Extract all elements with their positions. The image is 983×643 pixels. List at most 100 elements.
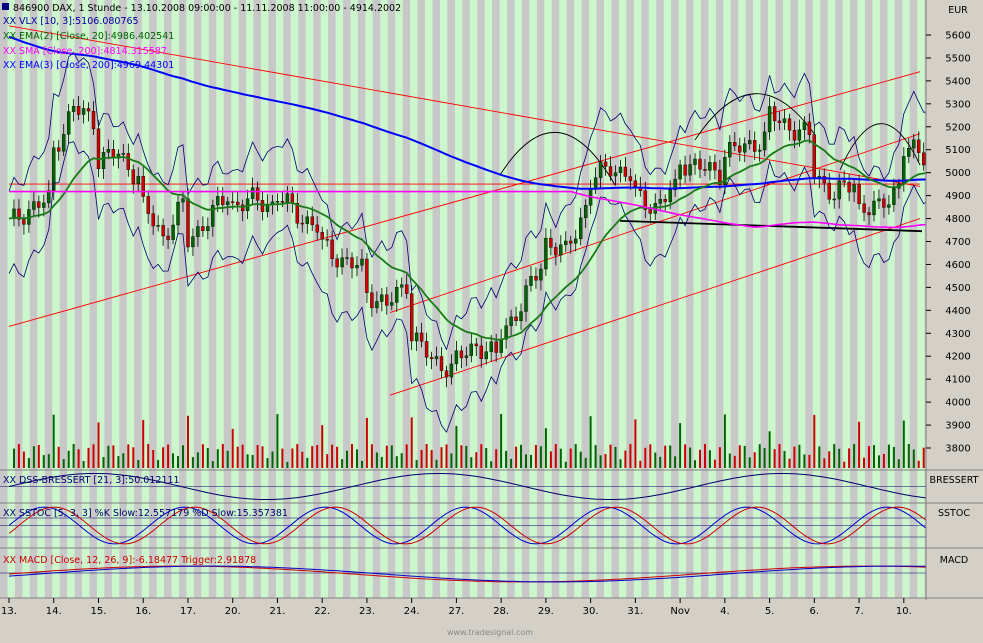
volume-bar [758,444,761,468]
candle-body [569,240,573,244]
candle-body [743,143,747,153]
price-tick-label: 4400 [945,306,970,317]
time-tick-label: 29. [538,606,554,617]
volume-bar [490,461,493,468]
volume-bar [743,445,746,468]
volume-bar [659,456,662,468]
volume-bar [485,448,488,468]
volume-bar [341,459,344,468]
volume-bar [813,414,816,468]
hour-band [357,0,366,598]
candle-body [176,201,180,226]
time-tick-label: 20. [225,606,241,617]
volume-bar [713,459,716,468]
candle-body [564,240,568,245]
candle-body [265,204,270,212]
candle-body [196,226,200,237]
hour-band [783,0,791,598]
candle-body [867,212,871,216]
candle-body [414,332,419,342]
candle-body [290,193,295,204]
price-tick-label: 4500 [945,283,970,294]
volume-bar [221,444,224,468]
candle-body [315,224,319,233]
volume-bar [191,457,194,468]
hour-band [305,0,314,598]
price-tick-label: 5300 [945,99,970,110]
volume-bar [495,449,498,468]
candle-body [454,350,459,365]
candle-body [529,276,533,286]
candle-body [91,110,96,130]
volume-bar [679,423,682,468]
volume-bar [525,454,527,468]
candle-body [708,162,712,171]
candle-body [345,257,349,259]
volume-bar [803,454,806,468]
volume-bar [410,417,413,468]
candle-body [280,200,285,203]
volume-bar [351,444,353,468]
time-tick-label: 24. [404,606,420,617]
hour-band [432,0,441,598]
volume-bar [117,456,120,468]
hour-band [820,0,829,598]
hour-band [812,0,821,598]
volume-bar [296,444,299,468]
candle-body [479,345,483,359]
volume-bar [37,445,40,468]
hour-band [768,0,776,598]
candle-body [101,152,106,169]
candle-body [57,147,61,152]
volume-bar [530,454,532,468]
time-tick-label: 7. [854,606,864,617]
volume-bar [589,416,592,468]
volume-bar [57,446,60,468]
candle-body [121,153,126,155]
currency-label: EUR [948,5,968,16]
volume-bar [336,446,339,468]
candle-body [96,128,101,170]
hour-band [835,0,844,598]
volume-bar [291,448,294,468]
macd-tag: MACD [940,555,968,566]
hour-band [917,0,926,598]
volume-bar [236,446,239,468]
candle-body [797,129,802,141]
chart-svg[interactable]: 3800 3900 4000 4100 4200 4300 4400 4500 4600 4700… [0,0,983,639]
candle-body [514,316,518,321]
volume-bar [246,454,249,468]
volume-bar [405,444,408,468]
candle-body [86,108,91,112]
candle-body [748,140,752,145]
candle-body [857,184,861,204]
volume-bar [172,453,174,468]
candle-body [842,180,846,183]
volume-bar [917,460,920,468]
candle-body [837,180,841,200]
legend-ema200: XX EMA(3) [Close, 200]:4969.44301 [3,60,174,71]
volume-bar [365,417,368,468]
candle-body [603,161,608,167]
hour-band [775,0,784,598]
volume-bar [848,448,851,468]
candle-body [370,292,374,309]
volume-bar [699,449,701,468]
candle-body [310,216,314,226]
candle-body [66,111,71,135]
time-tick-label: 4. [720,606,730,617]
time-tick-label: 23. [359,606,375,617]
hour-band [402,0,411,598]
candle-body [340,257,344,268]
hour-band [648,0,657,598]
candle-body [683,164,687,176]
hour-band [589,0,597,598]
hour-band [633,0,642,598]
volume-bar [42,455,45,468]
volume-bar [634,419,637,468]
candle-body [494,341,498,353]
volume-bar [142,420,145,468]
time-tick-label: 16. [135,606,151,617]
volume-bar [773,449,776,468]
candle-body [608,166,613,177]
